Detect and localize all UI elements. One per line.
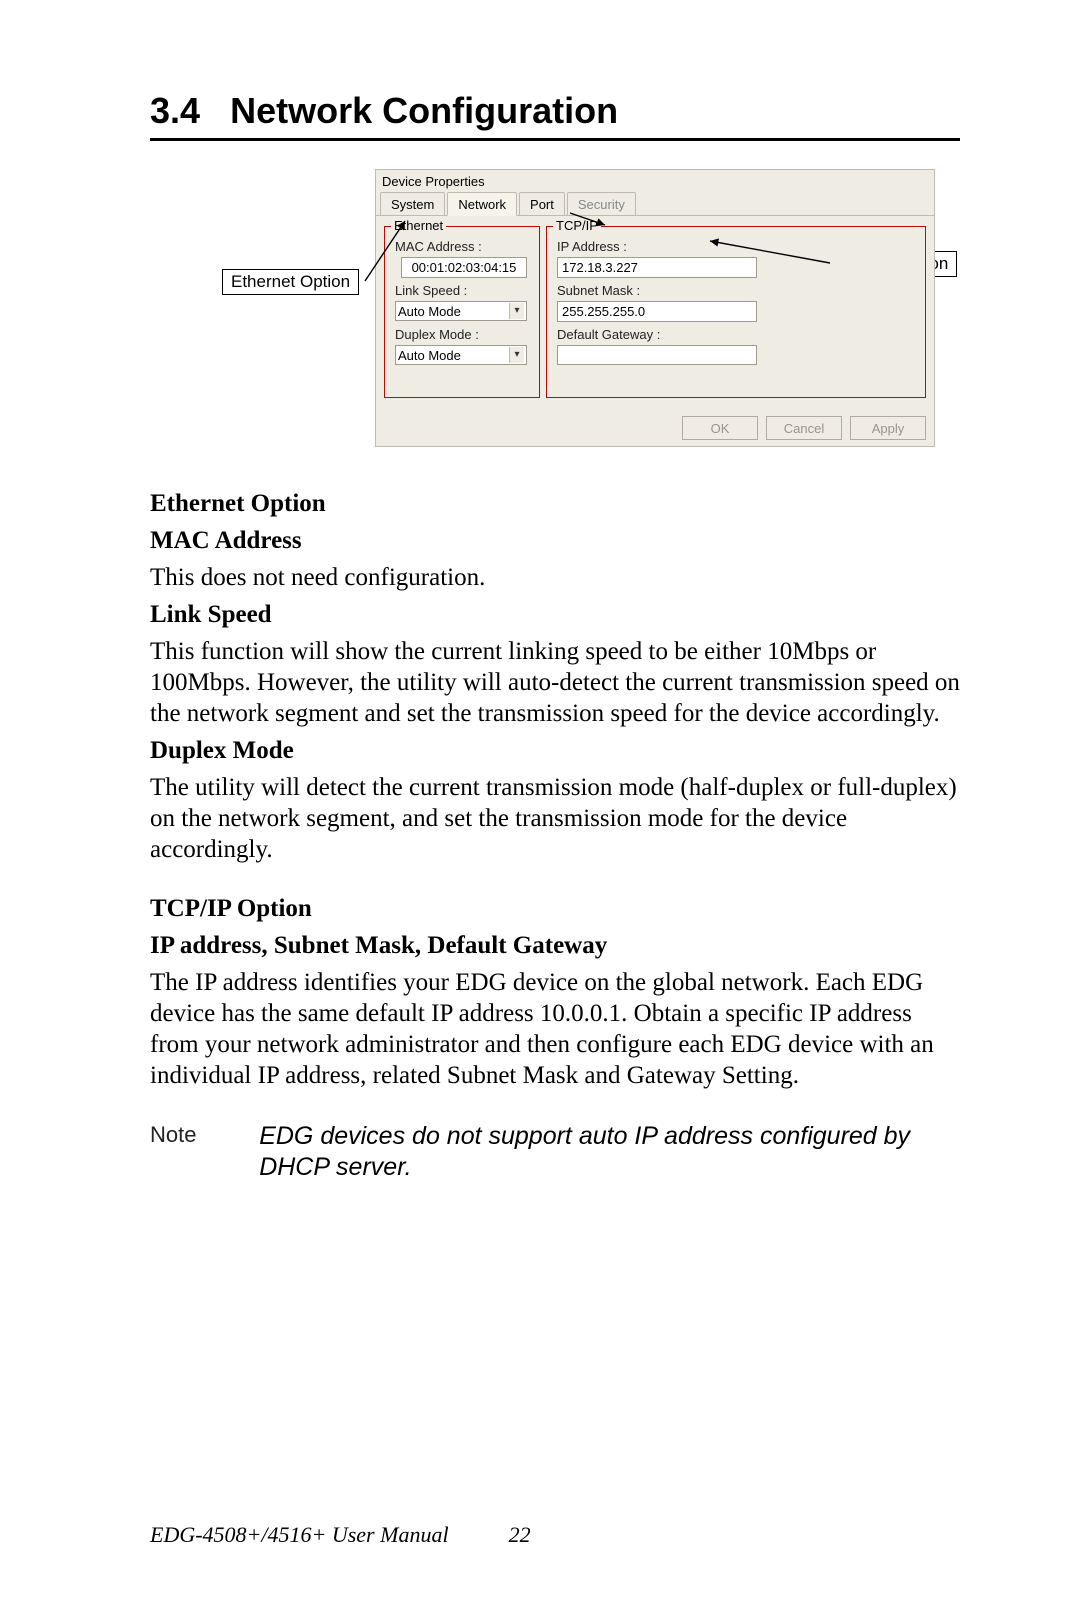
tab-port[interactable]: Port [519,192,565,215]
duplex-mode-label: Duplex Mode : [395,327,479,342]
callout-ethernet-option: Ethernet Option [222,269,359,295]
ip-address-field[interactable]: 172.18.3.227 [557,257,757,278]
link-speed-label: Link Speed : [395,283,467,298]
ok-button[interactable]: OK [682,416,758,440]
duplex-mode-select[interactable]: Auto Mode ▾ [395,345,527,365]
cancel-button[interactable]: Cancel [766,416,842,440]
group-ethernet-title: Ethernet [391,218,446,233]
paragraph-link-speed: This function will show the current link… [150,636,960,729]
tab-security[interactable]: Security [567,192,636,215]
link-speed-value: Auto Mode [398,304,461,319]
section-heading: Network Configuration [230,90,618,131]
footer-manual: EDG-4508+/4516+ User Manual [150,1522,449,1548]
dialog-tabs: System Network Port Security [376,191,934,216]
page-footer: EDG-4508+/4516+ User Manual 22 [150,1482,960,1548]
link-speed-select[interactable]: Auto Mode ▾ [395,301,527,321]
mac-address-label: MAC Address : [395,239,482,254]
dialog-button-row: OK Cancel Apply [682,416,926,440]
subnet-mask-label: Subnet Mask : [557,283,640,298]
subnet-mask-field[interactable]: 255.255.255.0 [557,301,757,322]
heading-mac-address: MAC Address [150,525,960,556]
group-tcpip-title: TCP/IP [553,218,601,233]
tab-system[interactable]: System [380,192,445,215]
chevron-down-icon: ▾ [509,303,524,319]
tab-body-network: Ethernet MAC Address : 00:01:02:03:04:15… [376,216,934,404]
section-title: 3.4 Network Configuration [150,90,960,132]
note-block: Note EDG devices do not support auto IP … [150,1121,960,1184]
screenshot-figure: Ethernet Option TCP/IP Option Device Pro… [150,169,960,454]
note-label: Note [150,1121,219,1184]
section-number: 3.4 [150,90,200,131]
default-gateway-field[interactable] [557,345,757,365]
ip-address-label: IP Address : [557,239,627,254]
chevron-down-icon: ▾ [509,347,524,363]
heading-ethernet-option: Ethernet Option [150,488,960,519]
paragraph-mac: This does not need configuration. [150,562,960,593]
duplex-mode-value: Auto Mode [398,348,461,363]
paragraph-ip: The IP address identifies your EDG devic… [150,967,960,1091]
apply-button[interactable]: Apply [850,416,926,440]
heading-duplex-mode: Duplex Mode [150,735,960,766]
footer-page-number: 22 [509,1522,531,1548]
section-rule [150,138,960,141]
heading-link-speed: Link Speed [150,599,960,630]
heading-tcpip-option: TCP/IP Option [150,893,960,924]
dialog-title: Device Properties [376,170,934,191]
tab-network[interactable]: Network [447,192,517,216]
body-text: Ethernet Option MAC Address This does no… [150,488,960,1184]
device-properties-dialog: Device Properties System Network Port Se… [375,169,935,447]
paragraph-duplex-mode: The utility will detect the current tran… [150,772,960,865]
note-text: EDG devices do not support auto IP addre… [259,1121,960,1184]
group-ethernet: Ethernet MAC Address : 00:01:02:03:04:15… [384,226,540,398]
mac-address-field[interactable]: 00:01:02:03:04:15 [401,257,527,278]
group-tcpip: TCP/IP IP Address : 172.18.3.227 Subnet … [546,226,926,398]
heading-ip-subnet-gateway: IP address, Subnet Mask, Default Gateway [150,930,960,961]
default-gateway-label: Default Gateway : [557,327,660,342]
